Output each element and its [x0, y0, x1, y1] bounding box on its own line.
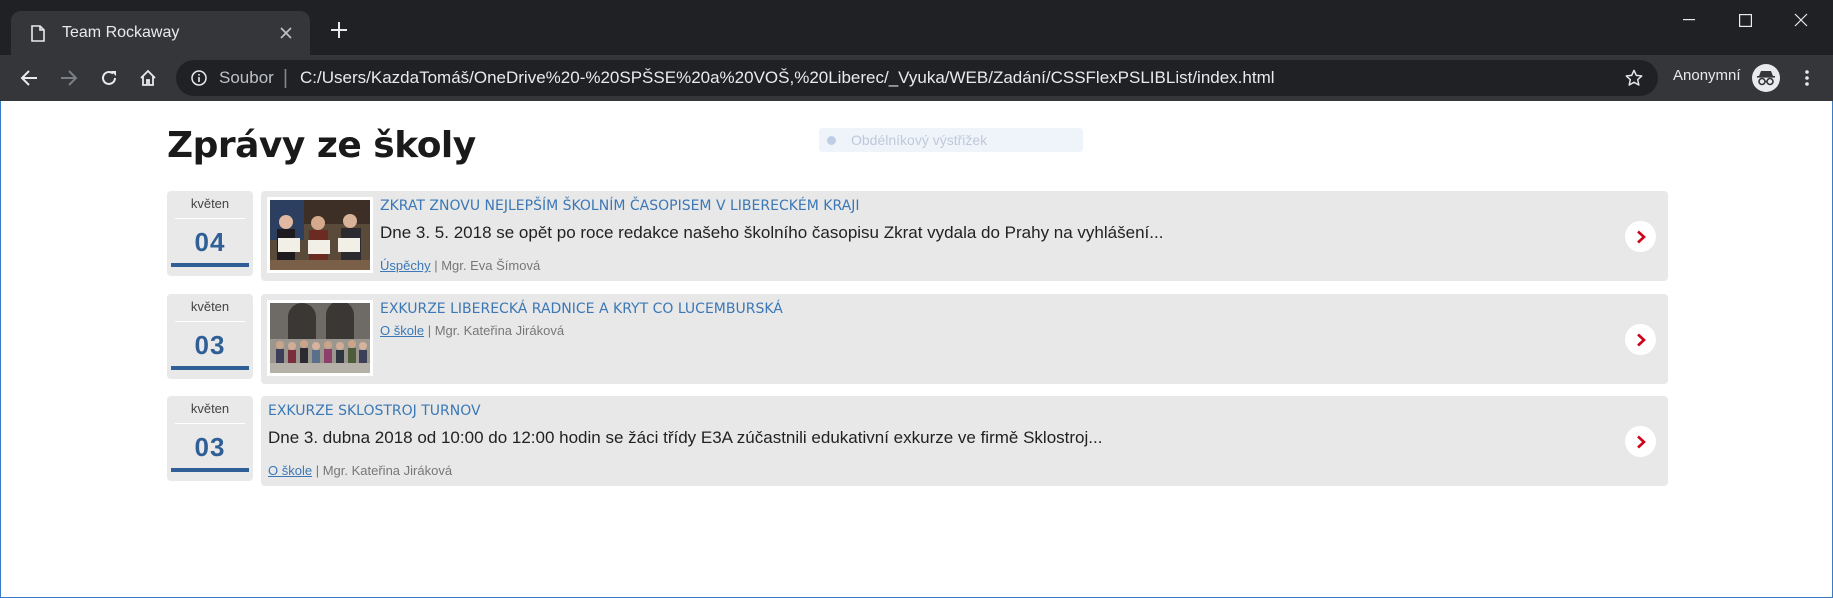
- snip-mode-icon: [827, 135, 836, 145]
- profile-label[interactable]: Anonymní: [1673, 67, 1741, 84]
- date-day: 03: [194, 432, 226, 462]
- category-link[interactable]: O škole: [380, 323, 424, 338]
- browser-menu-icon[interactable]: [1792, 63, 1822, 93]
- url-scheme-label: Soubor: [219, 68, 274, 87]
- news-card[interactable]: Exkurze Sklostroj Turnov Dne 3. dubna 20…: [261, 396, 1668, 486]
- date-box: květen 03: [167, 294, 253, 379]
- news-item: květen 04 ZKRAT ZNOVU NEJLEPŠÍM ŠKOLNÍM …: [167, 191, 1668, 281]
- news-item: květen 03 Exkurze Sklostroj Turnov Dne 3…: [167, 396, 1668, 486]
- chevron-right-icon: [1636, 435, 1646, 448]
- meta-separator: |: [427, 323, 432, 338]
- news-content: Exkurze Sklostroj Turnov Dne 3. dubna 20…: [268, 403, 1598, 478]
- page-viewport: Zprávy ze školy Obdélníkový výstřižek kv…: [0, 101, 1833, 598]
- news-meta: Úspěchy | Mgr. Eva Šímová: [380, 258, 1598, 273]
- date-accent-bar: [171, 366, 249, 370]
- read-more-button[interactable]: [1625, 426, 1656, 457]
- chevron-right-icon: [1636, 333, 1646, 346]
- reload-button[interactable]: [94, 63, 124, 93]
- category-link[interactable]: Úspěchy: [380, 258, 431, 273]
- group-photo: [270, 303, 370, 373]
- address-bar[interactable]: Soubor | C:/Users/KazdaTomáš/OneDrive%20…: [176, 60, 1658, 96]
- news-thumbnail[interactable]: [267, 197, 373, 273]
- back-button[interactable]: [14, 63, 44, 93]
- category-link[interactable]: O škole: [268, 463, 312, 478]
- page-title: Zprávy ze školy: [167, 125, 476, 166]
- news-content: Exkurze Liberecká radnice a kryt CO Luce…: [380, 301, 1598, 338]
- meta-separator: |: [315, 463, 320, 478]
- close-window-button[interactable]: [1773, 0, 1829, 40]
- award-photo: [270, 200, 370, 270]
- news-excerpt: Dne 3. 5. 2018 se opět po roce redakce n…: [380, 223, 1164, 242]
- news-title-link[interactable]: Exkurze Liberecká radnice a kryt CO Luce…: [380, 301, 1598, 317]
- date-day: 04: [194, 227, 226, 257]
- news-item: květen 03 EXKURZE LIBERECKÁ RADNICE A KR…: [167, 294, 1668, 384]
- news-content: Zkrat znovu nejlepším školním časopisem …: [380, 198, 1598, 273]
- news-thumbnail[interactable]: [267, 300, 373, 376]
- date-box: květen 03: [167, 396, 253, 481]
- url-text[interactable]: C:/Users/KazdaTomáš/OneDrive%20-%20SPŠSE…: [300, 68, 1620, 88]
- chevron-right-icon: [1636, 230, 1646, 243]
- incognito-icon[interactable]: [1752, 64, 1780, 92]
- date-month: květen: [190, 401, 230, 416]
- news-card[interactable]: Zkrat znovu nejlepším školním časopisem …: [261, 191, 1668, 281]
- browser-toolbar: Soubor | C:/Users/KazdaTomáš/OneDrive%20…: [0, 55, 1833, 101]
- date-month: květen: [190, 196, 230, 211]
- read-more-button[interactable]: [1625, 324, 1656, 355]
- bookmark-star-icon[interactable]: [1620, 64, 1648, 92]
- snip-mode-label: Obdélníkový výstřižek: [851, 132, 988, 148]
- news-title-link[interactable]: Exkurze Sklostroj Turnov: [268, 403, 1598, 419]
- browser-tab[interactable]: Team Rockaway: [11, 11, 310, 55]
- author-name: Mgr. Eva Šímová: [441, 258, 541, 273]
- news-meta: O škole | Mgr. Kateřina Jiráková: [380, 323, 1598, 338]
- news-meta: O škole | Mgr. Kateřina Jiráková: [268, 463, 1598, 478]
- news-excerpt: Dne 3. dubna 2018 od 10:00 do 12:00 hodi…: [268, 428, 1103, 447]
- read-more-button[interactable]: [1625, 221, 1656, 252]
- snipping-tool-overlay: Obdélníkový výstřižek: [819, 128, 1083, 152]
- tab-title: Team Rockaway: [62, 24, 180, 41]
- maximize-button[interactable]: [1717, 0, 1773, 40]
- close-tab-icon[interactable]: [272, 19, 300, 47]
- minimize-button[interactable]: [1661, 0, 1717, 40]
- author-name: Mgr. Kateřina Jiráková: [434, 323, 565, 338]
- date-box: květen 04: [167, 191, 253, 276]
- document-icon: [29, 24, 47, 42]
- meta-separator: |: [434, 258, 438, 273]
- new-tab-button[interactable]: [324, 16, 354, 46]
- date-accent-bar: [171, 468, 249, 472]
- date-accent-bar: [171, 263, 249, 267]
- info-icon[interactable]: [190, 69, 208, 87]
- date-day: 03: [194, 330, 226, 360]
- forward-button[interactable]: [54, 63, 84, 93]
- browser-title-bar: Team Rockaway: [0, 0, 1833, 55]
- home-button[interactable]: [133, 63, 163, 93]
- url-separator: |: [282, 66, 289, 89]
- author-name: Mgr. Kateřina Jiráková: [322, 463, 453, 478]
- date-month: květen: [190, 299, 230, 314]
- news-card[interactable]: Exkurze Liberecká radnice a kryt CO Luce…: [261, 294, 1668, 384]
- news-title-link[interactable]: Zkrat znovu nejlepším školním časopisem …: [380, 198, 1598, 214]
